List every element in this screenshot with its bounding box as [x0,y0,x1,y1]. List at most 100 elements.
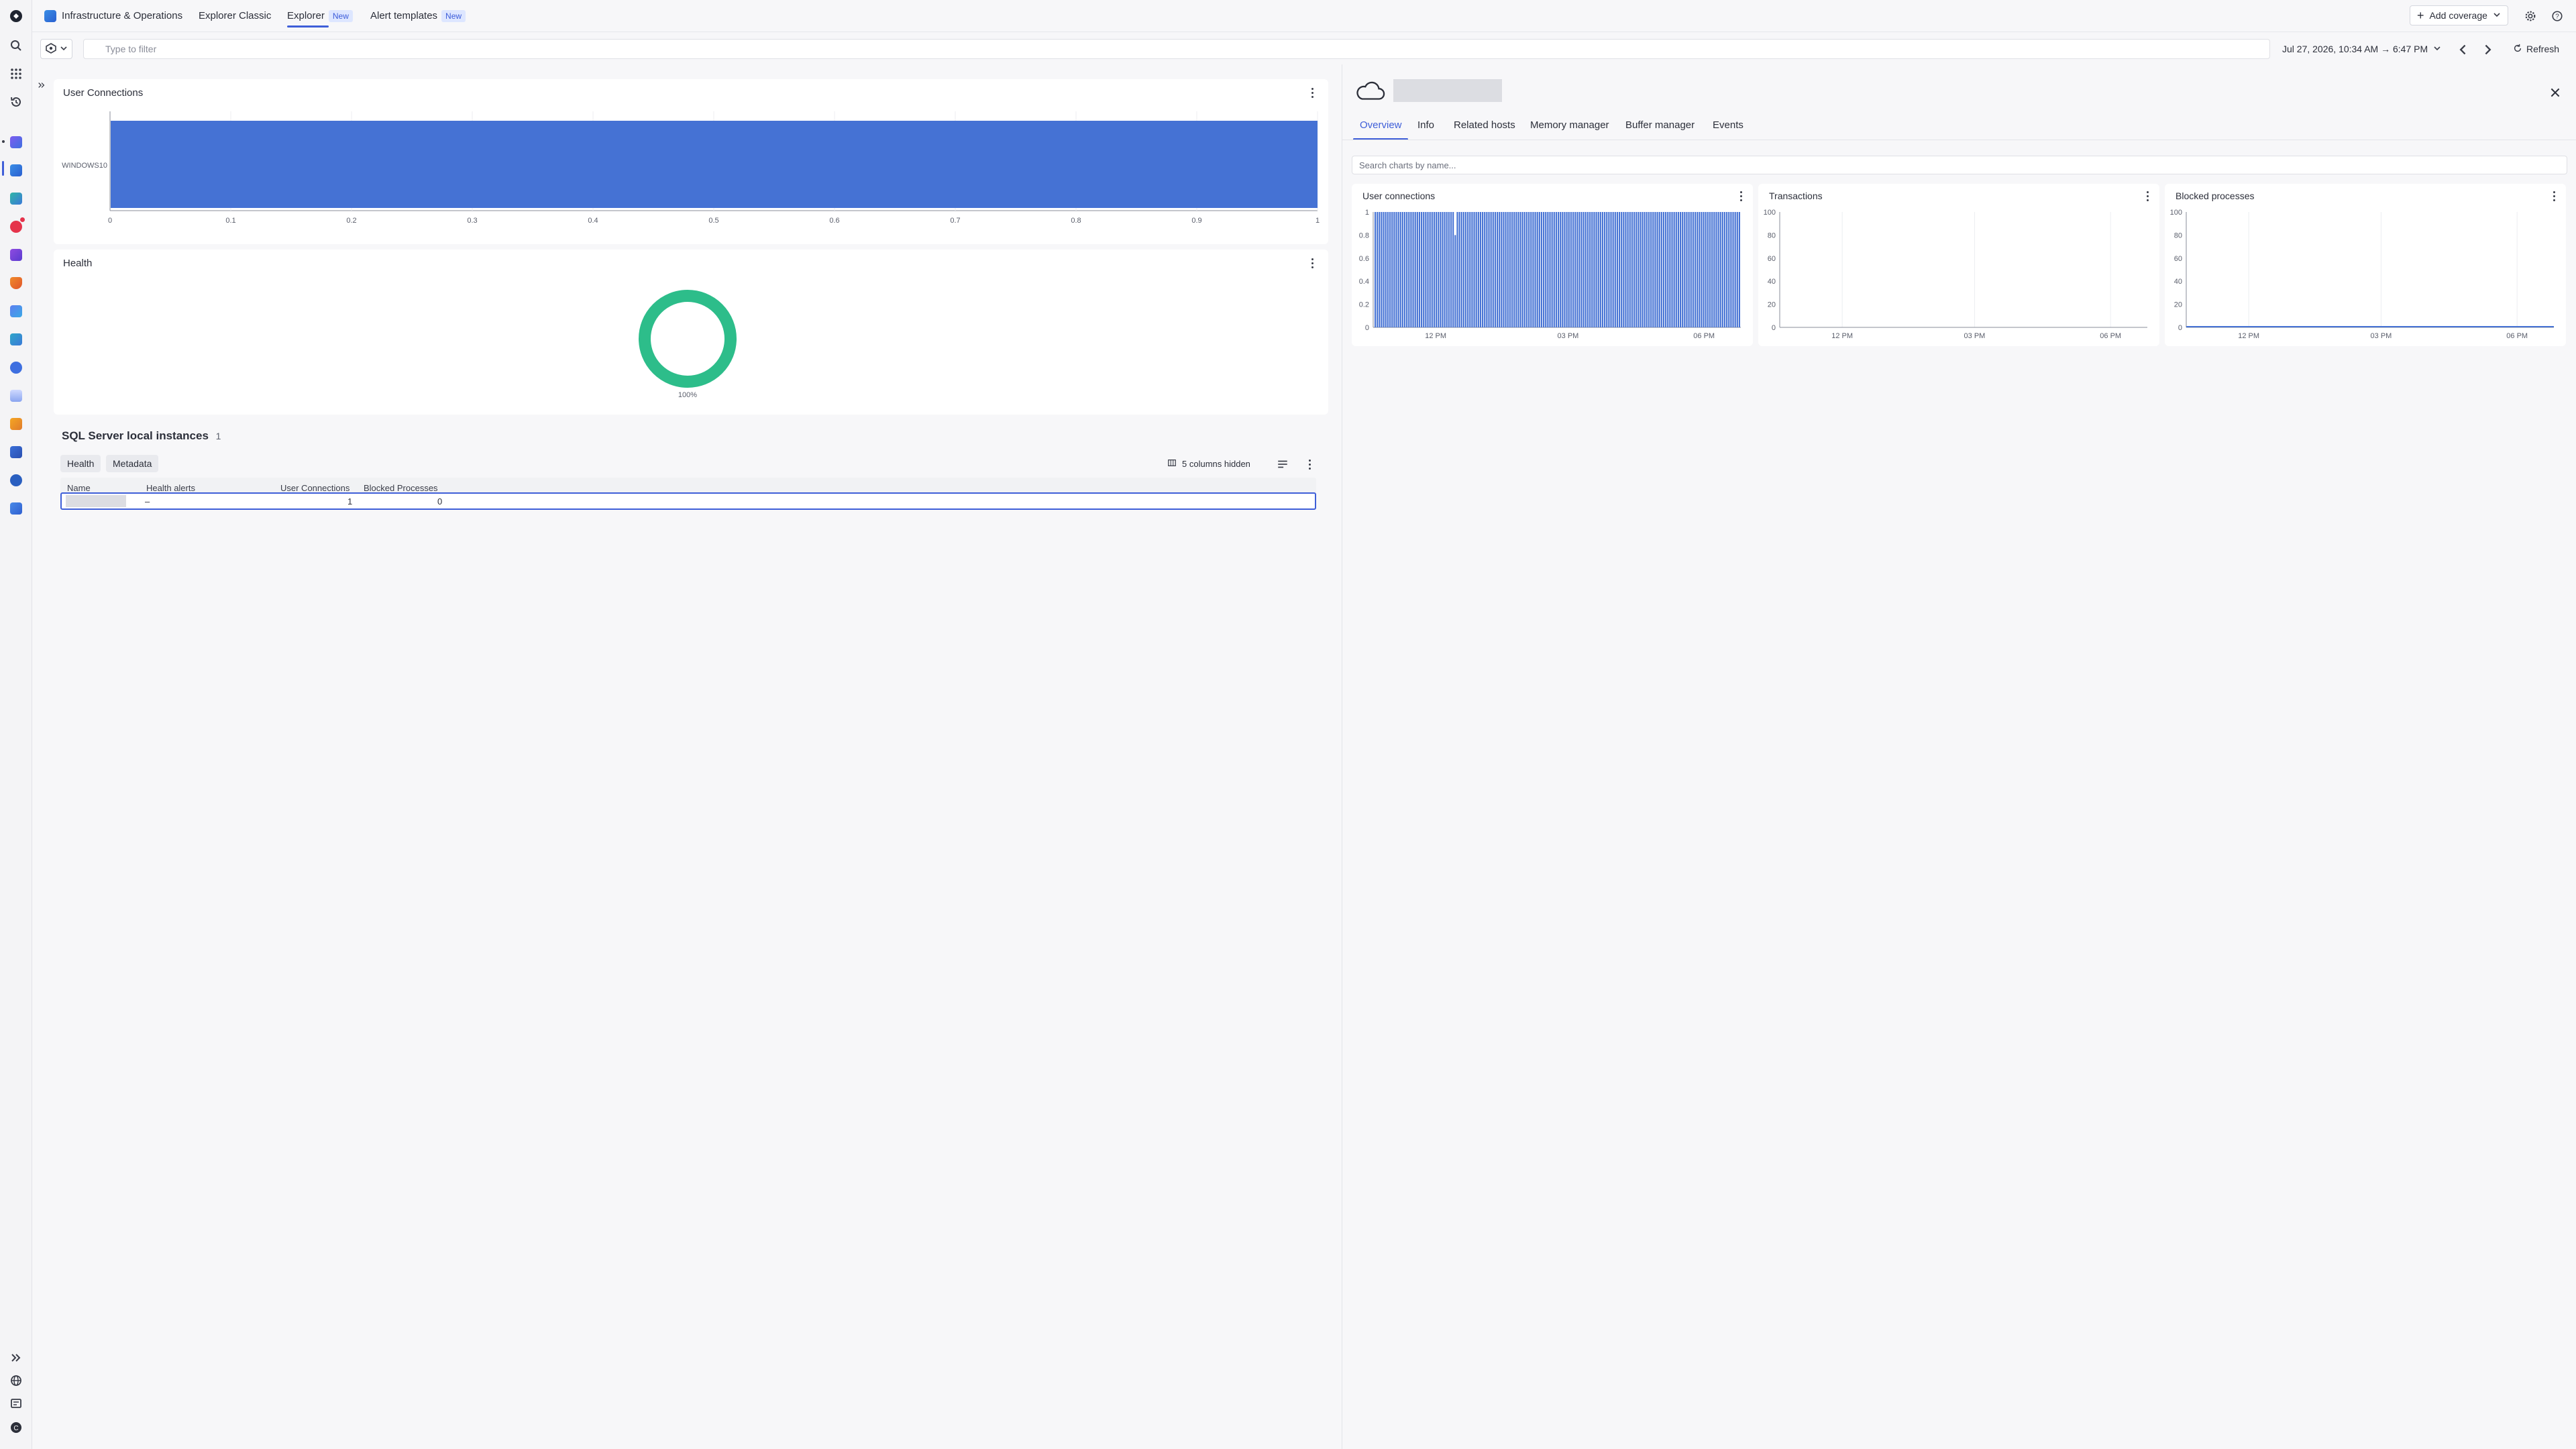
bar [1385,212,1387,327]
news-icon[interactable] [8,1395,24,1411]
app-icon-9[interactable] [8,360,24,376]
tab-info[interactable]: Info [1417,119,1434,131]
columns-hidden-label: 5 columns hidden [1182,458,1250,469]
app-icon-13[interactable] [8,472,24,488]
app-icon-7[interactable] [8,303,24,319]
app-icon-11[interactable] [8,416,24,432]
column-header-health-alerts[interactable]: Health alerts [146,483,195,493]
app-title[interactable]: Infrastructure & Operations [62,8,182,24]
more-options-icon[interactable] [1734,189,1748,203]
nav-alert-templates[interactable]: Alert templates New [370,8,466,24]
user-avatar-icon[interactable]: C [8,1419,24,1436]
tab-events[interactable]: Events [1713,119,1743,131]
bar [1505,212,1507,327]
bar [1425,212,1427,327]
x-tick-label: 0.1 [225,217,235,225]
bar [1401,212,1403,327]
bar [1726,212,1728,327]
tab-metadata[interactable]: Metadata [106,455,159,472]
y-tick-label: 80 [1768,231,1776,239]
filter-bar: Jul 27, 2026, 10:34 AM → 6:47 PM Refresh [32,35,2576,62]
bar [1723,212,1726,327]
bar [1462,212,1464,327]
segment-selector[interactable] [40,39,72,59]
column-header-user-connections[interactable]: User Connections [280,483,350,493]
globe-icon[interactable] [8,1373,24,1389]
bar [1593,212,1595,327]
add-coverage-button[interactable]: + Add coverage [2410,5,2508,25]
x-tick-label: 03 PM [1964,332,1986,340]
history-icon[interactable] [8,94,24,110]
expand-panel-icon[interactable] [38,80,46,92]
settings-gear-icon[interactable] [2521,7,2540,25]
more-options-icon[interactable] [1305,256,1319,270]
bar [1621,212,1623,327]
column-header-name[interactable]: Name [67,483,91,493]
help-icon[interactable]: ? [2548,7,2567,25]
y-tick-label: 60 [1768,255,1776,263]
bar [1381,212,1383,327]
nav-explorer-label: Explorer [287,10,325,21]
app-icon-10[interactable] [8,388,24,404]
bar [1625,212,1627,327]
bar [1555,212,1557,327]
tab-memory-manager[interactable]: Memory manager [1530,119,1609,131]
panel-title: Health [63,258,93,269]
chart-search-input[interactable] [1352,156,2567,174]
bar [1662,212,1665,327]
app-icon-8[interactable] [8,331,24,347]
app-icon-security[interactable] [8,275,24,291]
app-icon-14[interactable] [8,500,24,517]
more-options-icon[interactable] [2141,189,2154,203]
bar [1553,212,1555,327]
expand-rail-icon[interactable] [8,1350,24,1366]
app-icon-12[interactable] [8,444,24,460]
timeframe-next-icon[interactable] [2478,40,2497,59]
timeframe-selector[interactable]: Jul 27, 2026, 10:34 AM → 6:47 PM [2275,39,2448,59]
blocked-processes-chart: 100 80 60 40 20 0 12 PM 03 PM 06 PM [2170,209,2554,340]
dynatrace-logo-icon[interactable] [8,8,24,24]
bar [1403,212,1406,327]
more-options-icon[interactable] [1303,458,1316,471]
tab-health[interactable]: Health [60,455,101,472]
close-icon[interactable] [2546,83,2565,102]
app-icon-5[interactable] [8,247,24,263]
bar [1497,212,1499,327]
column-header-blocked-processes[interactable]: Blocked Processes [364,483,438,493]
apps-grid-icon[interactable] [8,66,24,82]
table-settings-icon[interactable] [1273,455,1292,474]
table-row[interactable]: – 1 0 [60,492,1316,510]
bar [1601,212,1604,327]
refresh-button[interactable]: Refresh [2506,39,2566,59]
bar [1530,212,1532,327]
app-icon-infrastructure[interactable] [8,162,24,178]
columns-hidden-button[interactable]: 5 columns hidden [1167,455,1250,472]
nav-explorer[interactable]: Explorer New [287,8,353,24]
app-icon-1[interactable] [8,134,24,150]
bar [1375,212,1377,327]
more-options-icon[interactable] [2547,189,2561,203]
x-tick-label: 0.6 [829,217,839,225]
search-icon[interactable] [8,38,24,54]
tab-related-hosts[interactable]: Related hosts [1454,119,1515,131]
bar [1406,212,1408,327]
y-tick-label: 20 [2174,301,2182,309]
bar [1582,212,1585,327]
bar [1606,212,1608,327]
detail-pane: Overview Info Related hosts Memory manag… [1342,64,2576,1449]
timeframe-previous-icon[interactable] [2454,40,2473,59]
bar [1450,212,1452,327]
bar [1513,212,1515,327]
x-tick-label: 03 PM [2371,332,2392,340]
bar [1452,212,1454,327]
nav-explorer-classic[interactable]: Explorer Classic [199,8,271,24]
bar [1721,212,1723,327]
bar [1640,212,1642,327]
top-bar: Infrastructure & Operations Explorer Cla… [32,0,2576,32]
tab-buffer-manager[interactable]: Buffer manager [1625,119,1695,131]
filter-input[interactable] [83,39,2270,59]
more-options-icon[interactable] [1305,86,1319,99]
app-icon-3[interactable] [8,191,24,207]
bar [1521,212,1523,327]
tab-overview[interactable]: Overview [1360,119,1402,131]
